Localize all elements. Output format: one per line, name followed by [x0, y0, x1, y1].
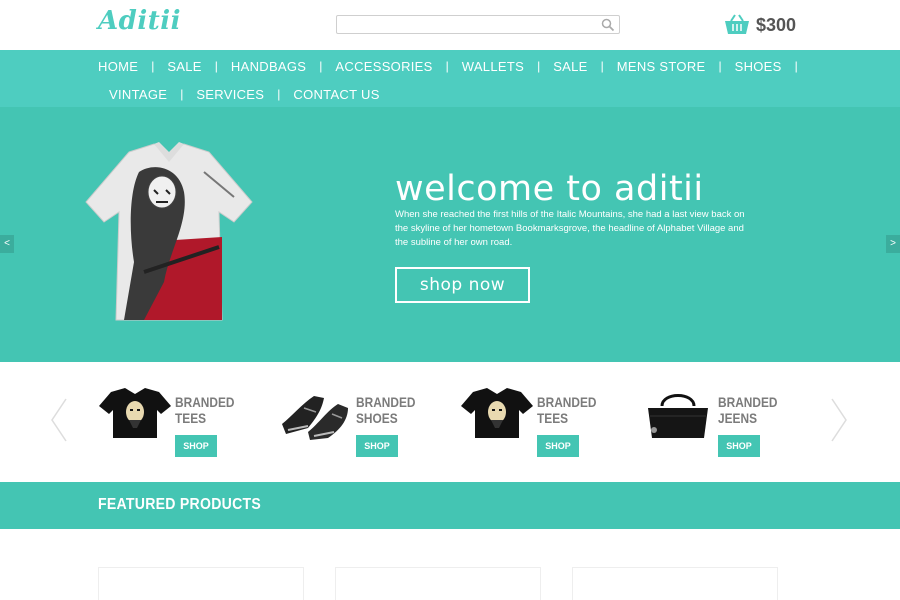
slider-next-arrow[interactable]: > — [886, 235, 900, 253]
chevron-right-icon[interactable] — [828, 397, 848, 443]
category-carousel: BRANDED TEES SHOP BRANDED SHOES SHOP BRA… — [0, 362, 900, 482]
nav-separator: | — [718, 59, 722, 73]
category-title-line1: BRANDED — [537, 394, 597, 410]
handbag-image — [648, 394, 708, 438]
category-title: BRANDED SHOES — [356, 394, 416, 426]
hero-text: When she reached the first hills of the … — [395, 209, 745, 248]
search-input[interactable] — [341, 17, 591, 32]
category-item: BRANDED JEENS SHOP — [640, 384, 810, 464]
category-title: BRANDED TEES — [537, 394, 597, 426]
featured-products-list — [0, 529, 900, 600]
category-title: BRANDED TEES — [175, 394, 235, 426]
nav-mens-store[interactable]: MENS STORE — [617, 59, 706, 74]
tshirt-image — [99, 388, 171, 438]
nav-separator: | — [600, 59, 604, 73]
hero-tshirt-image — [85, 142, 253, 321]
shop-button[interactable]: SHOP — [175, 435, 217, 457]
chevron-left-icon[interactable] — [50, 397, 70, 443]
product-image — [169, 582, 229, 600]
nav-separator: | — [537, 59, 541, 73]
main-nav: HOME | SALE | HANDBAGS | ACCESSORIES | WALLE… — [0, 50, 900, 107]
shop-now-button[interactable]: shop now — [395, 267, 530, 303]
nav-shoes[interactable]: SHOES — [735, 59, 782, 74]
nav-services[interactable]: SERVICES — [196, 87, 264, 102]
category-title-line1: BRANDED — [718, 394, 778, 410]
nav-separator: | — [151, 59, 155, 73]
nav-wallets[interactable]: WALLETS — [462, 59, 524, 74]
shop-button[interactable]: SHOP — [718, 435, 760, 457]
slider-prev-arrow[interactable]: < — [0, 235, 14, 253]
cart-amount: $300 — [756, 14, 797, 35]
nav-vintage[interactable]: VINTAGE — [109, 87, 167, 102]
nav-separator: | — [445, 59, 449, 73]
nav-separator: | — [794, 59, 798, 73]
basket-icon[interactable] — [724, 14, 750, 36]
category-title-line1: BRANDED — [356, 394, 416, 410]
cart[interactable]: $300 — [724, 12, 796, 38]
tshirt-image — [461, 388, 533, 438]
category-title-line2: TEES — [537, 410, 569, 426]
shoes-image — [282, 396, 348, 440]
hero-slider: < welcome to aditii When she reached the… — [0, 107, 900, 362]
product-card[interactable] — [572, 567, 778, 600]
shop-button[interactable]: SHOP — [537, 435, 579, 457]
category-title-line2: JEENS — [718, 410, 758, 426]
product-image — [406, 582, 466, 600]
hero-title: welcome to aditii — [395, 169, 704, 209]
nav-separator: | — [180, 87, 184, 101]
search-box — [336, 15, 620, 34]
featured-products-bar: FEATURED PRODUCTS — [0, 482, 900, 529]
nav-row-1: HOME | SALE | HANDBAGS | ACCESSORIES | WALLE… — [98, 53, 811, 79]
category-item: BRANDED SHOES SHOP — [278, 384, 448, 464]
nav-home[interactable]: HOME — [98, 59, 138, 74]
category-title-line1: BRANDED — [175, 394, 235, 410]
nav-contact-us[interactable]: CONTACT US — [293, 87, 379, 102]
featured-title: FEATURED PRODUCTS — [98, 496, 262, 513]
site-logo[interactable]: Aditii — [98, 6, 181, 36]
nav-separator: | — [319, 59, 323, 73]
category-title-line2: SHOES — [356, 410, 398, 426]
nav-separator: | — [214, 59, 218, 73]
product-card[interactable] — [335, 567, 541, 600]
header: Aditii $300 — [0, 0, 900, 50]
nav-accessories[interactable]: ACCESSORIES — [335, 59, 432, 74]
shop-button[interactable]: SHOP — [356, 435, 398, 457]
category-title-line2: TEES — [175, 410, 207, 426]
nav-separator: | — [277, 87, 281, 101]
nav-row-2: VINTAGE | SERVICES | CONTACT US — [109, 81, 380, 107]
product-card[interactable] — [98, 567, 304, 600]
nav-sale-2[interactable]: SALE — [553, 59, 587, 74]
nav-handbags[interactable]: HANDBAGS — [231, 59, 306, 74]
nav-sale[interactable]: SALE — [167, 59, 201, 74]
product-image — [643, 582, 703, 600]
category-item: BRANDED TEES SHOP — [459, 384, 629, 464]
search-icon[interactable] — [601, 18, 615, 32]
category-item: BRANDED TEES SHOP — [97, 384, 267, 464]
category-title: BRANDED JEENS — [718, 394, 778, 426]
